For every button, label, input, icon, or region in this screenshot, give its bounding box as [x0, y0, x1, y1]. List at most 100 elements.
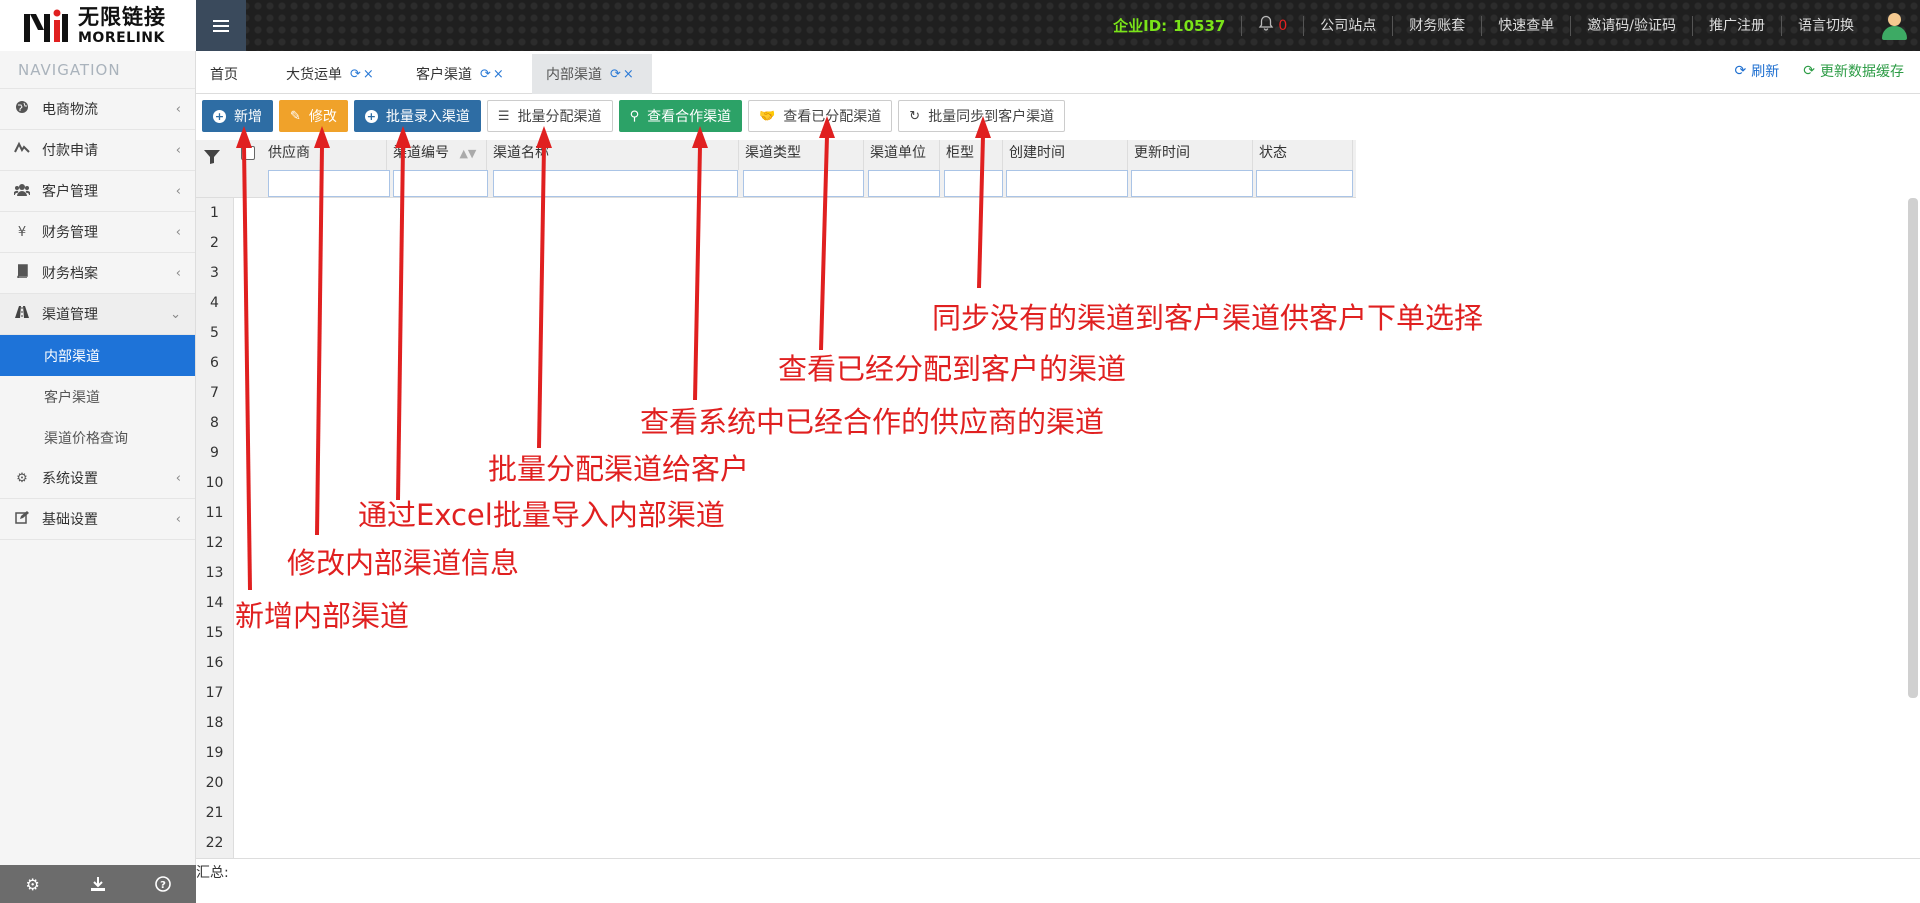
users-icon	[13, 183, 31, 200]
tab-internal-channel[interactable]: 内部渠道 ⟳ ×	[532, 54, 652, 94]
batch-import-label: 批量录入渠道	[385, 109, 470, 125]
tab-home[interactable]: 首页	[196, 54, 252, 94]
summary-label: 汇总:	[196, 865, 229, 881]
row-number: 4	[210, 295, 219, 311]
refresh-icon[interactable]: ⟳	[610, 67, 621, 82]
add-button-label: 新增	[234, 109, 262, 125]
vertical-scrollbar[interactable]	[1908, 198, 1918, 698]
plus-circle-icon: +	[364, 109, 378, 123]
annotation-batch-sync: 同步没有的渠道到客户渠道供客户下单选择	[932, 301, 1484, 335]
row-number: 3	[210, 265, 219, 281]
filter-container-type-input[interactable]	[944, 170, 1003, 197]
top-bar: 无限链接 MORELINK 企业ID: 10537 0 公司站点 财务账套 快速…	[0, 0, 1920, 51]
col-channel-code[interactable]: 渠道编号 ▲▼	[387, 140, 487, 170]
tab-bulk-waybill[interactable]: 大货运单 ⟳ ×	[272, 54, 388, 94]
close-icon[interactable]: ×	[493, 67, 504, 82]
close-icon[interactable]: ×	[623, 67, 634, 82]
sidebar-item-label: 系统设置	[42, 471, 98, 487]
filter-channel-code-input[interactable]	[393, 170, 488, 197]
tab-customer-channel[interactable]: 客户渠道 ⟳ ×	[402, 54, 518, 94]
annotation-edit: 修改内部渠道信息	[287, 546, 520, 580]
top-link-finance-books[interactable]: 财务账套	[1392, 15, 1481, 36]
filter-funnel-icon[interactable]	[204, 150, 220, 164]
refresh-icon[interactable]: ⟳	[480, 67, 491, 82]
filter-channel-name-input[interactable]	[493, 170, 738, 197]
user-avatar-icon[interactable]	[1880, 11, 1908, 41]
filter-updated-time-input[interactable]	[1131, 170, 1253, 197]
annotation-batch-assign: 批量分配渠道给客户	[488, 452, 750, 486]
sidebar-item-label: 财务管理	[42, 225, 98, 241]
row-number: 9	[210, 445, 219, 461]
menu-toggle-button[interactable]	[196, 0, 246, 51]
sidebar-subitem-customer-channel[interactable]: 客户渠道	[0, 376, 195, 417]
annotation-add: 新增内部渠道	[235, 599, 410, 633]
sidebar-item-system-settings[interactable]: ⚙ 系统设置 ‹	[0, 458, 195, 499]
sidebar-subitem-internal-channel[interactable]: 内部渠道	[0, 335, 195, 376]
batch-assign-button[interactable]: ☰ 批量分配渠道	[486, 100, 613, 132]
top-link-invite-code[interactable]: 邀请码/验证码	[1570, 15, 1692, 36]
search-icon: ⚲	[629, 108, 640, 124]
refresh-icon[interactable]: ⟳	[350, 67, 361, 82]
payment-icon	[14, 141, 30, 159]
col-channel-name[interactable]: 渠道名称	[487, 140, 739, 170]
view-partner-channel-button[interactable]: ⚲ 查看合作渠道	[618, 100, 743, 132]
annotation-batch-import: 通过Excel批量导入内部渠道	[358, 498, 725, 532]
col-updated-time[interactable]: 更新时间	[1128, 140, 1253, 170]
sidebar-item-label: 财务档案	[42, 266, 98, 282]
help-icon[interactable]: ?	[131, 865, 196, 903]
sidebar-item-customer-management[interactable]: 客户管理 ‹	[0, 171, 195, 212]
download-icon[interactable]	[65, 865, 130, 903]
sidebar-item-label: 基础设置	[42, 512, 98, 528]
row-number: 1	[210, 205, 219, 221]
top-link-company-site[interactable]: 公司站点	[1303, 15, 1392, 36]
col-channel-type[interactable]: 渠道类型	[739, 140, 864, 170]
list-icon: ☰	[497, 108, 510, 124]
chevron-left-icon: ‹	[175, 224, 181, 240]
add-button[interactable]: + 新增	[202, 100, 273, 132]
col-container-type[interactable]: 柜型	[940, 140, 1003, 170]
col-channel-unit[interactable]: 渠道单位	[864, 140, 940, 170]
tab-label: 内部渠道	[546, 67, 602, 83]
redo-icon: ↻	[909, 108, 921, 124]
top-link-promo-register[interactable]: 推广注册	[1692, 15, 1781, 36]
settings-gear-icon[interactable]: ⚙	[0, 865, 65, 903]
edit-button[interactable]: ✎ 修改	[279, 100, 348, 132]
refresh-button[interactable]: ⟳ 刷新	[1735, 61, 1780, 81]
select-all-checkbox[interactable]	[241, 146, 255, 160]
sidebar-item-basic-settings[interactable]: 基础设置 ‹	[0, 499, 195, 540]
row-numbers: 1 2 3 4 5 6 7 8 9 10 11 12 13 14 15 16 1…	[196, 198, 234, 858]
filter-status-input[interactable]	[1256, 170, 1353, 197]
col-supplier[interactable]: 供应商	[262, 140, 387, 170]
filter-channel-type-input[interactable]	[743, 170, 864, 197]
batch-assign-label: 批量分配渠道	[517, 109, 602, 125]
yen-icon: ¥	[17, 224, 27, 240]
sidebar-subitem-channel-price-query[interactable]: 渠道价格查询	[0, 417, 195, 458]
close-icon[interactable]: ×	[363, 67, 374, 82]
row-number: 5	[210, 325, 219, 341]
row-number: 7	[210, 385, 219, 401]
sidebar-item-finance-archive[interactable]: 财务档案 ‹	[0, 253, 195, 294]
logo[interactable]: 无限链接 MORELINK	[0, 0, 196, 51]
row-number: 10	[205, 475, 224, 491]
col-created-time[interactable]: 创建时间	[1003, 140, 1128, 170]
sidebar-item-ecommerce-logistics[interactable]: 电商物流 ‹	[0, 89, 195, 130]
sidebar-item-label: 渠道管理	[42, 307, 98, 323]
svg-text:?: ?	[160, 880, 166, 891]
col-status[interactable]: 状态	[1253, 140, 1353, 170]
sidebar-item-channel-management[interactable]: 渠道管理 ⌄	[0, 294, 195, 335]
sidebar-item-payment-request[interactable]: 付款申请 ‹	[0, 130, 195, 171]
row-number: 17	[205, 685, 224, 701]
sort-icon[interactable]: ▲▼	[459, 147, 476, 160]
row-number: 13	[205, 565, 224, 581]
batch-sync-button[interactable]: ↻ 批量同步到客户渠道	[898, 100, 1066, 132]
filter-supplier-input[interactable]	[268, 170, 390, 197]
filter-channel-unit-input[interactable]	[868, 170, 940, 197]
top-link-quick-search[interactable]: 快速查单	[1481, 15, 1570, 36]
view-assigned-channel-button[interactable]: 🤝 查看已分配渠道	[748, 100, 893, 132]
sidebar-item-finance-management[interactable]: ¥ 财务管理 ‹	[0, 212, 195, 253]
update-cache-button[interactable]: ⟳ 更新数据缓存	[1803, 61, 1904, 81]
top-link-language[interactable]: 语言切换	[1781, 15, 1870, 36]
filter-created-time-input[interactable]	[1006, 170, 1128, 197]
batch-import-button[interactable]: + 批量录入渠道	[353, 100, 481, 132]
notifications[interactable]: 0	[1241, 15, 1303, 36]
